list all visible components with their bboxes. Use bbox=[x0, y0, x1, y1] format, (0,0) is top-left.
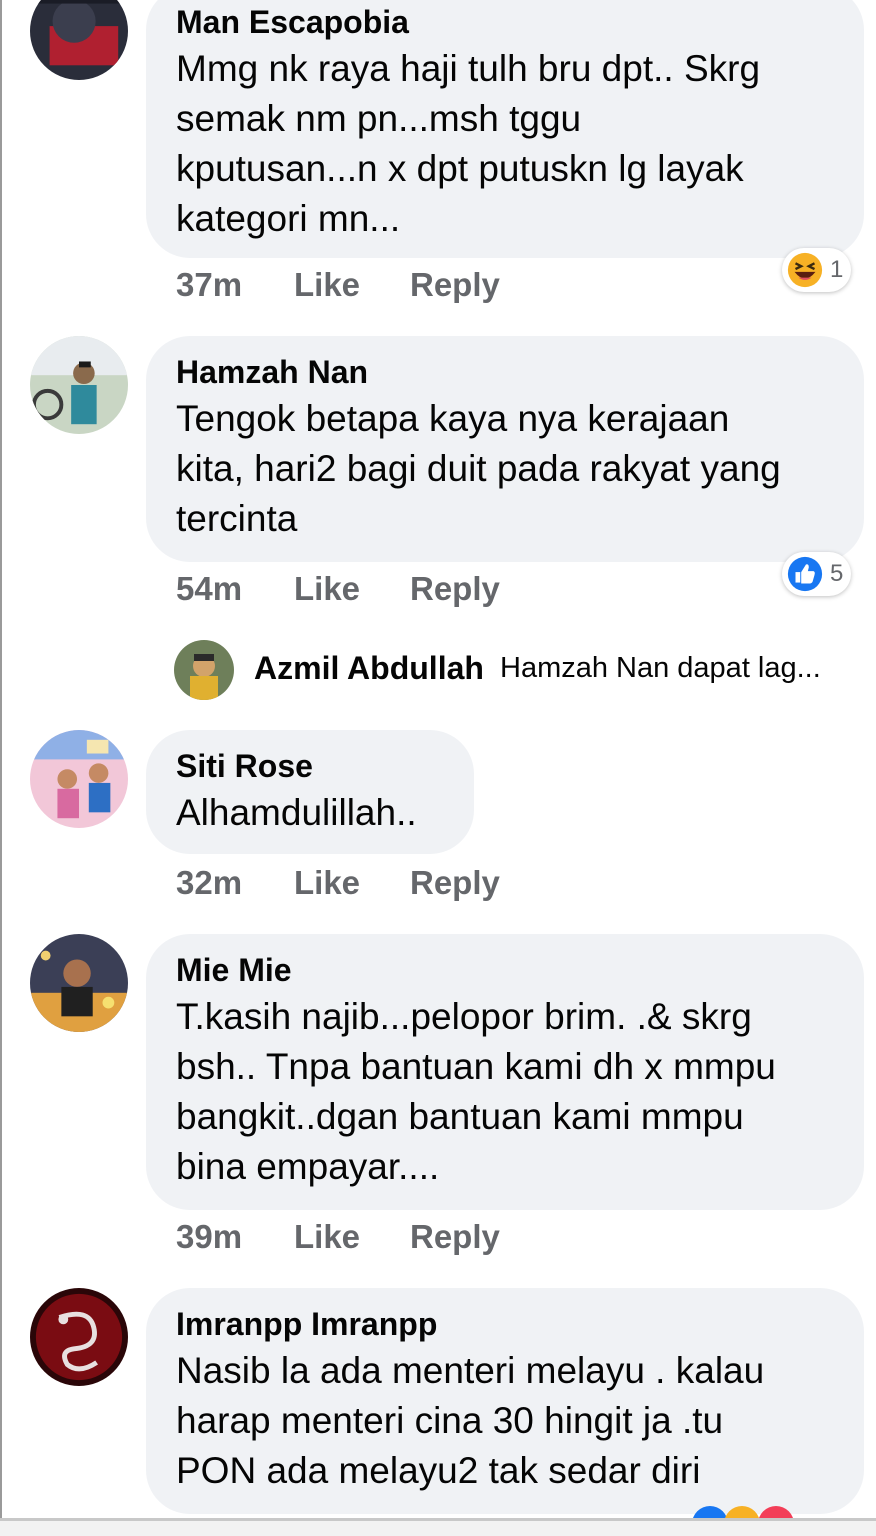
comment-text-line: PON ada melayu2 tak sedar diri bbox=[176, 1450, 701, 1491]
comment-text-line: kita, hari2 bagi duit pada rakyat yang bbox=[176, 448, 781, 489]
author-name[interactable]: Mie Mie bbox=[176, 948, 834, 992]
author-name[interactable]: Siti Rose bbox=[176, 744, 444, 788]
comment-text-line: Tengok betapa kaya nya kerajaan bbox=[176, 398, 730, 439]
reply-author-name[interactable]: Azmil Abdullah bbox=[254, 650, 484, 687]
reply-button[interactable]: Reply bbox=[410, 864, 500, 902]
timestamp[interactable]: 39m bbox=[176, 1218, 242, 1256]
timestamp[interactable]: 54m bbox=[176, 570, 242, 608]
comment-bubble: Man Escapobia Mmg nk raya haji tulh bru … bbox=[146, 0, 864, 258]
comment-text-line: Alhamdulillah.. bbox=[176, 792, 417, 833]
comment-text-line: T.kasih najib...pelopor brim. .& skrg bbox=[176, 996, 752, 1037]
reply-button[interactable]: Reply bbox=[410, 266, 500, 304]
comment-text-line: bsh.. Tnpa bantuan kami dh x mmpu bbox=[176, 1046, 776, 1087]
reaction-summary[interactable]: 1 bbox=[782, 248, 852, 292]
comment-text-line: kategori mn... bbox=[176, 198, 401, 239]
author-name[interactable]: Man Escapobia bbox=[176, 0, 834, 44]
comment-text-line: semak nm pn...msh tggu bbox=[176, 98, 582, 139]
avatar[interactable] bbox=[30, 730, 128, 828]
author-name[interactable]: Hamzah Nan bbox=[176, 350, 834, 394]
reaction-summary[interactable] bbox=[690, 1504, 810, 1518]
comment-text-line: kputusan...n x dpt putuskn lg layak bbox=[176, 148, 744, 189]
comment-bubble: Imranpp Imranpp Nasib la ada menteri mel… bbox=[146, 1288, 864, 1514]
avatar[interactable] bbox=[30, 1288, 128, 1386]
avatar[interactable] bbox=[30, 0, 128, 80]
avatar[interactable] bbox=[30, 934, 128, 1032]
comment-text-line: Mmg nk raya haji tulh bru dpt.. Skrg bbox=[176, 48, 761, 89]
author-name[interactable]: Imranpp Imranpp bbox=[176, 1302, 834, 1346]
comment-text-line: bangkit..dgan bantuan kami mmpu bbox=[176, 1096, 744, 1137]
comment-bubble: Siti Rose Alhamdulillah.. bbox=[146, 730, 474, 854]
reply-snippet[interactable]: Hamzah Nan dapat lag... bbox=[500, 652, 821, 685]
avatar[interactable] bbox=[30, 336, 128, 434]
comment-bubble: Hamzah Nan Tengok betapa kaya nya keraja… bbox=[146, 336, 864, 562]
screen-edge bbox=[0, 0, 2, 1536]
like-thumb-icon bbox=[787, 556, 823, 592]
reply-button[interactable]: Reply bbox=[410, 1218, 500, 1256]
like-button[interactable]: Like bbox=[294, 266, 360, 304]
comment-bubble: Mie Mie T.kasih najib...pelopor brim. .&… bbox=[146, 934, 864, 1210]
like-button[interactable]: Like bbox=[294, 570, 360, 608]
haha-emoji-icon bbox=[787, 252, 823, 288]
like-button[interactable]: Like bbox=[294, 864, 360, 902]
reaction-summary[interactable]: 5 bbox=[782, 552, 852, 596]
like-button[interactable]: Like bbox=[294, 1218, 360, 1256]
comment-text-line: bina empayar.... bbox=[176, 1146, 440, 1187]
timestamp[interactable]: 32m bbox=[176, 864, 242, 902]
comment-text-line: Nasib la ada menteri melayu . kalau bbox=[176, 1350, 765, 1391]
mixed-reactions-icon bbox=[693, 1506, 793, 1518]
reply-button[interactable]: Reply bbox=[410, 570, 500, 608]
avatar[interactable] bbox=[174, 640, 234, 700]
composer-bar[interactable] bbox=[0, 1521, 876, 1536]
timestamp[interactable]: 37m bbox=[176, 266, 242, 304]
comment-text-line: harap menteri cina 30 hingit ja .tu bbox=[176, 1400, 724, 1441]
comment-text-line: tercinta bbox=[176, 498, 298, 539]
nested-reply-preview[interactable]: Azmil Abdullah Hamzah Nan dapat lag... bbox=[174, 640, 854, 700]
reaction-count: 5 bbox=[830, 560, 844, 587]
reaction-count: 1 bbox=[830, 256, 844, 283]
